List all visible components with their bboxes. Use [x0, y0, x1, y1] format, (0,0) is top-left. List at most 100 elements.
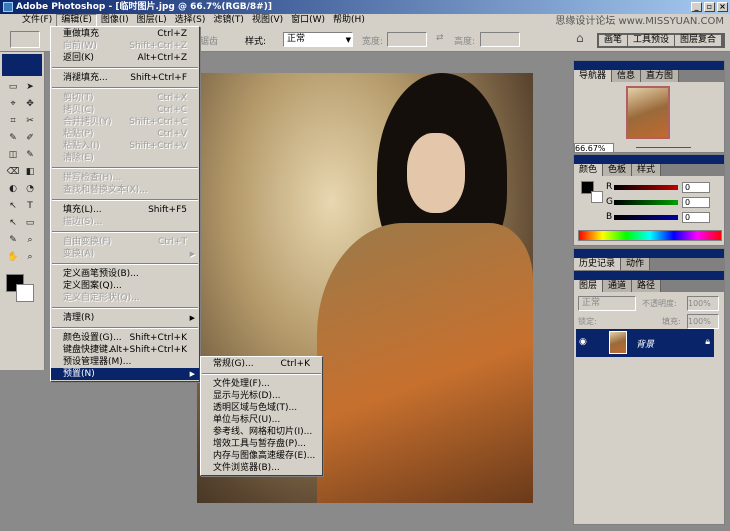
menu-5[interactable]: 滤镜(T) — [209, 14, 248, 27]
tool-button[interactable]: ➤ — [23, 82, 37, 94]
menu-item[interactable]: 清除(E) — [51, 152, 199, 164]
menu-item[interactable]: 定义自定形状(Q)... — [51, 292, 199, 304]
tool-button[interactable]: ⌕ — [23, 252, 37, 264]
menu-6[interactable]: 视图(V) — [248, 14, 287, 27]
menu-item[interactable]: 重做填充 Ctrl+Z — [51, 28, 199, 40]
tool-button[interactable]: ✎ — [6, 235, 20, 247]
tab-paths[interactable]: 路径 — [632, 280, 662, 292]
layer-row[interactable]: ◉ 背景 🔒︎ — [576, 329, 714, 357]
panel-titlebar[interactable] — [574, 155, 724, 164]
navigator-thumbnail[interactable] — [626, 86, 670, 139]
menu-item[interactable]: 变换(A) ▶ — [51, 248, 199, 260]
blend-mode-select[interactable]: 正常 — [578, 296, 636, 311]
menu-item[interactable]: 预设管理器(M)... — [51, 356, 199, 368]
tool-button[interactable]: ⌫ — [6, 167, 20, 179]
menu-item[interactable]: 清理(R) ▶ — [51, 312, 199, 324]
tool-button[interactable]: ✥ — [23, 99, 37, 111]
tab-channels[interactable]: 通道 — [603, 280, 633, 292]
menu-item[interactable]: 返回(K) Alt+Ctrl+Z — [51, 52, 199, 64]
panel-titlebar[interactable] — [574, 61, 724, 70]
menu-item[interactable]: 文件处理(F)... — [201, 378, 322, 390]
tool-button[interactable]: ◫ — [6, 150, 20, 162]
tab-info[interactable]: 信息 — [612, 70, 642, 82]
tab-color[interactable]: 颜色 — [574, 164, 604, 176]
menu-item[interactable]: 颜色设置(G)... Shift+Ctrl+K — [51, 332, 199, 344]
menu-item[interactable]: 透明区域与色域(T)... — [201, 402, 322, 414]
tool-button[interactable]: ✂ — [23, 116, 37, 128]
channel-slider[interactable] — [614, 200, 678, 205]
tool-button[interactable]: ◐ — [6, 184, 20, 196]
menu-8[interactable]: 帮助(H) — [329, 14, 369, 27]
tab-actions[interactable]: 动作 — [621, 258, 651, 270]
marquee-preset-picker[interactable] — [10, 31, 40, 48]
channel-value[interactable]: 0 — [682, 182, 710, 193]
menu-item[interactable]: 自由变换(F) Ctrl+T — [51, 236, 199, 248]
swap-icon[interactable]: ⇄ — [436, 33, 444, 43]
tool-button[interactable]: ▭ — [23, 218, 37, 230]
background-color-swatch[interactable] — [16, 284, 34, 302]
menu-item[interactable]: 内存与图像高速缓存(E)... — [201, 450, 322, 462]
navigator-zoom-field[interactable]: 66.67% — [574, 143, 614, 153]
file-browser-icon[interactable]: ⌂ — [576, 31, 584, 45]
menu-item[interactable]: 拷贝(C) Ctrl+C — [51, 104, 199, 116]
tab-history[interactable]: 历史记录 — [574, 258, 622, 270]
menu-item[interactable]: 文件浏览器(B)... — [201, 462, 322, 474]
navigator-zoom-slider[interactable] — [636, 147, 691, 148]
channel-value[interactable]: 0 — [682, 212, 710, 223]
tool-button[interactable]: ↖ — [6, 201, 20, 213]
channel-value[interactable]: 0 — [682, 197, 710, 208]
menu-item[interactable]: 常规(G)... Ctrl+K — [201, 358, 322, 370]
tool-button[interactable]: ✎ — [6, 133, 20, 145]
menu-7[interactable]: 窗口(W) — [287, 14, 329, 27]
tab-brushes[interactable]: 画笔 — [599, 35, 629, 46]
menu-item[interactable]: 消褪填充... Shift+Ctrl+F — [51, 72, 199, 84]
tool-button[interactable]: T — [23, 201, 37, 213]
menu-item[interactable]: 参考线、网格和切片(I)... — [201, 426, 322, 438]
tool-button[interactable]: ◧ — [23, 167, 37, 179]
tool-button[interactable]: ✋ — [6, 252, 20, 264]
tab-styles[interactable]: 样式 — [632, 164, 662, 176]
menu-item[interactable]: 预置(N) ▶ — [51, 368, 199, 380]
menu-item[interactable]: 显示与光标(D)... — [201, 390, 322, 402]
tool-button[interactable]: ✐ — [23, 133, 37, 145]
tab-layer-comps[interactable]: 图层复合 — [675, 35, 723, 46]
close-button[interactable]: × — [717, 2, 728, 12]
channel-slider[interactable] — [614, 215, 678, 220]
tab-navigator[interactable]: 导航器 — [574, 70, 613, 82]
background-color[interactable] — [591, 191, 603, 203]
tool-button[interactable]: ↖ — [6, 218, 20, 230]
menu-item[interactable]: 粘贴入(I) Shift+Ctrl+V — [51, 140, 199, 152]
tool-button[interactable]: ✎ — [23, 150, 37, 162]
menu-item[interactable]: 合并拷贝(Y) Shift+Ctrl+C — [51, 116, 199, 128]
menu-item[interactable]: 描边(S)... — [51, 216, 199, 228]
tool-button[interactable]: ⌕ — [23, 235, 37, 247]
opacity-input[interactable]: 100% — [687, 296, 719, 311]
menu-item[interactable]: 剪切(T) Ctrl+X — [51, 92, 199, 104]
menu-item[interactable]: 拼写检查(H)... — [51, 172, 199, 184]
tool-button[interactable]: ▭ — [6, 82, 20, 94]
menu-item[interactable]: 向前(W) Shift+Ctrl+Z — [51, 40, 199, 52]
channel-slider[interactable] — [614, 185, 678, 190]
tab-histogram[interactable]: 直方图 — [641, 70, 680, 82]
menu-item[interactable]: 键盘快捷键... Alt+Shift+Ctrl+K — [51, 344, 199, 356]
menu-item[interactable]: 粘贴(P) Ctrl+V — [51, 128, 199, 140]
menu-item[interactable]: 查找和替换文本(X)... — [51, 184, 199, 196]
menu-item[interactable]: 定义图案(Q)... — [51, 280, 199, 292]
menu-item[interactable]: 定义画笔预设(B)... — [51, 268, 199, 280]
fill-input[interactable]: 100% — [687, 314, 719, 329]
maximize-button[interactable]: ▫ — [704, 2, 715, 12]
menu-item[interactable]: 单位与标尺(U)... — [201, 414, 322, 426]
minimize-button[interactable]: _ — [691, 2, 702, 12]
tool-button[interactable]: ⌗ — [6, 116, 20, 128]
tab-swatches[interactable]: 色板 — [603, 164, 633, 176]
tab-tool-presets[interactable]: 工具预设 — [628, 35, 676, 46]
menu-item[interactable]: 增效工具与暂存盘(P)... — [201, 438, 322, 450]
tab-layers[interactable]: 图层 — [574, 280, 604, 292]
tool-button[interactable]: ⌖ — [6, 99, 20, 111]
style-select[interactable]: 正常 ▼ — [283, 32, 353, 47]
panel-titlebar[interactable] — [574, 249, 724, 258]
tool-button[interactable]: ◔ — [23, 184, 37, 196]
color-ramp[interactable] — [578, 230, 722, 241]
width-input[interactable] — [387, 32, 427, 47]
menu-item[interactable]: 填充(L)... Shift+F5 — [51, 204, 199, 216]
